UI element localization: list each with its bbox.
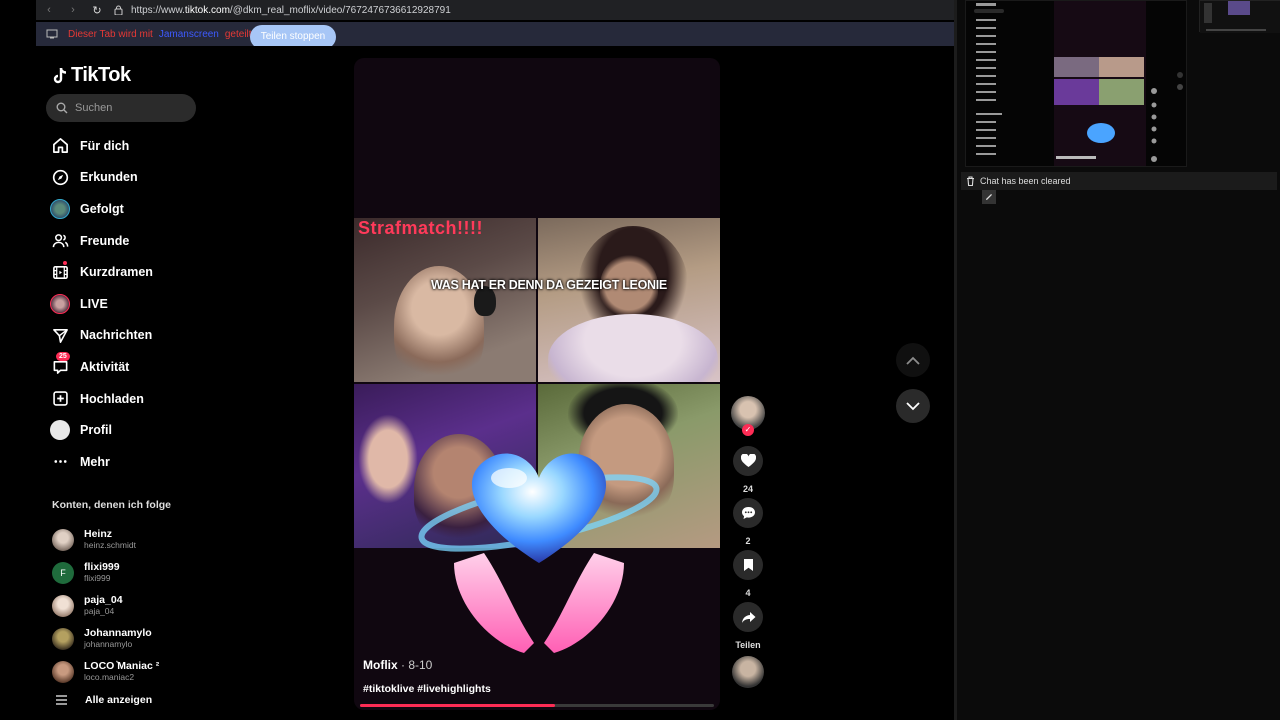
following-account[interactable]: paja_04 paja_04 xyxy=(52,589,302,622)
previous-video-button[interactable] xyxy=(896,343,930,377)
following-account[interactable]: Heinz heinz.schmidt xyxy=(52,523,302,556)
nav-item-mehr[interactable]: Mehr xyxy=(50,446,310,478)
comment-count: 2 xyxy=(745,536,751,546)
like-action[interactable]: 24 xyxy=(728,446,768,494)
preview-graphic-small xyxy=(1200,1,1280,33)
avatar: F xyxy=(52,561,74,584)
more-icon xyxy=(50,452,70,472)
avatar xyxy=(52,528,74,551)
avatar xyxy=(52,627,74,650)
stream-cell-1: Strafmatch!!!! xyxy=(354,218,536,382)
forward-icon[interactable]: › xyxy=(66,4,80,16)
nav-item-gefolgt[interactable]: Gefolgt xyxy=(50,193,310,225)
nav-item-erkunden[interactable]: Erkunden xyxy=(50,162,310,194)
activity-badge: 25 xyxy=(56,351,70,361)
browser-toolbar: ‹ › ↻ https://www.tiktok.com/@dkm_real_m… xyxy=(36,0,954,20)
screen-share-bar: Dieser Tab wird mit Jamanscreen geteilt Te… xyxy=(36,22,954,49)
right-panel: Chat has been cleared xyxy=(957,0,1280,720)
nav-item-hochladen[interactable]: Hochladen xyxy=(50,383,310,415)
friends-icon xyxy=(50,231,70,251)
screen-preview-thumbnail xyxy=(965,0,1187,167)
compass-icon xyxy=(50,167,70,187)
following-account[interactable]: LOCO ͛Maniac ² loco.maniac2 xyxy=(52,655,302,688)
follow-check-icon[interactable]: ✓ xyxy=(742,424,754,436)
tiktok-note-icon xyxy=(53,67,67,83)
chevron-down-icon xyxy=(906,401,920,410)
reload-icon[interactable]: ↻ xyxy=(90,4,104,17)
nav-item-freunde[interactable]: Freunde xyxy=(50,225,310,257)
upload-icon xyxy=(50,389,70,409)
video-author[interactable]: Moflix · 8-10 xyxy=(363,658,432,672)
video-hashtags[interactable]: #tiktoklive #livehighlights xyxy=(363,683,491,695)
creator-avatar[interactable]: ✓ xyxy=(731,396,765,436)
search-input[interactable]: Suchen xyxy=(46,94,196,122)
nav-item-kurzdramen[interactable]: Kurzdramen xyxy=(50,256,310,288)
share-message: Dieser Tab wird mit Jamanscreen geteilt xyxy=(68,28,252,40)
following-account[interactable]: Johannamylo johannamylo xyxy=(52,622,302,655)
hand-figure xyxy=(358,414,418,504)
nav-item-aktivitaet[interactable]: 25 Aktivität xyxy=(50,351,310,383)
list-icon xyxy=(56,695,67,705)
trash-icon xyxy=(967,176,974,186)
lock-icon xyxy=(114,5,123,15)
screen: ‹ › ↻ https://www.tiktok.com/@dkm_real_m… xyxy=(0,0,1280,720)
pencil-icon xyxy=(986,194,992,200)
following-account[interactable]: F flixi999 flixi999 xyxy=(52,556,302,589)
send-icon xyxy=(50,325,70,345)
screen-share-icon xyxy=(46,29,58,39)
heart-icon[interactable] xyxy=(733,446,763,476)
show-all-link[interactable]: Alle anzeigen xyxy=(56,694,152,706)
video-player[interactable]: Strafmatch!!!! WAS HAT ER DENN DA GEZEIG… xyxy=(354,58,720,710)
address-bar[interactable]: https://www.tiktok.com/@dkm_real_moflix/… xyxy=(114,5,451,16)
url-text: https://www.tiktok.com/@dkm_real_moflix/… xyxy=(131,4,451,16)
chevron-up-icon xyxy=(906,356,920,365)
jacket-figure xyxy=(548,314,718,382)
avatar xyxy=(52,660,74,683)
video-progress-bar[interactable] xyxy=(360,704,714,707)
nav-item-live[interactable]: LIVE xyxy=(50,288,310,320)
next-video-button[interactable] xyxy=(896,389,930,423)
preview-graphic xyxy=(966,1,1186,166)
share-label: Teilen xyxy=(735,640,761,650)
chat-cleared-message: Chat has been cleared xyxy=(961,172,1277,190)
live-avatar-icon xyxy=(50,293,70,314)
video-caption-overlay: WAS HAT ER DENN DA GEZEIGT LEONIE xyxy=(431,278,667,292)
like-count: 24 xyxy=(742,484,753,494)
nav-item-fuer-dich[interactable]: Für dich xyxy=(50,130,310,162)
stream-cell-2 xyxy=(538,218,720,382)
video-progress-fill xyxy=(360,704,555,707)
tiktok-logo[interactable]: TikTok xyxy=(52,64,131,87)
share-action[interactable]: Teilen xyxy=(728,602,768,650)
search-placeholder: Suchen xyxy=(75,102,113,114)
sidebar: TikTok Suchen Für dich Erkunden Gefolgt … xyxy=(36,46,336,720)
bookmark-action[interactable]: 4 xyxy=(728,550,768,598)
bookmark-count: 4 xyxy=(745,588,751,598)
main-nav: Für dich Erkunden Gefolgt Freunde Kurzdr… xyxy=(50,130,310,478)
nav-item-nachrichten[interactable]: Nachrichten xyxy=(50,320,310,352)
film-icon xyxy=(50,261,70,282)
back-icon[interactable]: ‹ xyxy=(42,4,56,16)
followed-avatar-icon xyxy=(50,198,70,219)
stream-title: Strafmatch!!!! xyxy=(358,218,484,238)
following-list: Heinz heinz.schmidt F flixi999 flixi999 pa… xyxy=(52,523,302,688)
nav-item-profil[interactable]: Profil xyxy=(50,414,310,446)
heart-gift-icon xyxy=(418,453,660,653)
search-icon xyxy=(56,102,68,114)
music-disc-avatar[interactable] xyxy=(732,656,764,688)
edit-button[interactable] xyxy=(982,190,996,204)
comment-icon[interactable] xyxy=(733,498,763,528)
secondary-preview-thumbnail xyxy=(1199,0,1280,33)
action-column: ✓ 24 2 4 Teilen xyxy=(728,396,768,688)
inbox-icon: 25 xyxy=(50,351,70,377)
home-icon xyxy=(50,136,70,156)
bookmark-icon[interactable] xyxy=(733,550,763,580)
profile-avatar-icon xyxy=(50,420,70,441)
comment-action[interactable]: 2 xyxy=(728,498,768,546)
avatar xyxy=(52,594,74,617)
following-section-title: Konten, denen ich folge xyxy=(52,499,172,511)
share-icon[interactable] xyxy=(733,602,763,632)
